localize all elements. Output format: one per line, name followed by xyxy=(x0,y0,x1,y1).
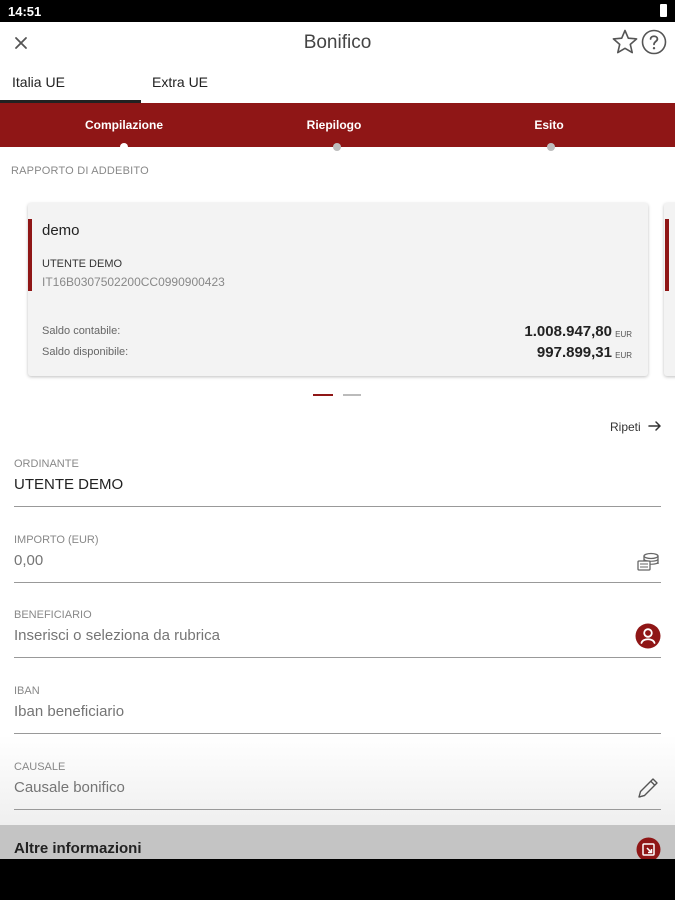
currency-label: EUR xyxy=(615,330,632,339)
saldo-contabile-label: Saldo contabile: xyxy=(42,325,121,337)
beneficiario-input[interactable]: Inserisci o seleziona da rubrica xyxy=(14,627,220,644)
field-underline xyxy=(14,809,661,810)
step-indicator xyxy=(547,143,555,151)
progress-stepper: Compilazione Riepilogo Esito xyxy=(0,103,675,151)
causale-input[interactable]: Causale bonifico xyxy=(14,779,125,796)
field-underline xyxy=(14,582,661,583)
debit-account-label: RAPPORTO DI ADDEBITO xyxy=(11,165,149,177)
pencil-icon[interactable] xyxy=(635,775,661,801)
coins-icon[interactable] xyxy=(635,548,661,574)
saldo-disponibile-value: 997.899,31 xyxy=(536,344,612,361)
card-accent-bar xyxy=(665,219,669,291)
field-underline xyxy=(14,506,661,507)
step-esito: Esito xyxy=(534,118,564,132)
status-bar: 14:51 xyxy=(0,0,675,22)
next-account-card[interactable] xyxy=(664,203,675,376)
currency-label: EUR xyxy=(615,351,632,360)
carousel-indicator[interactable] xyxy=(343,394,361,396)
arrow-right-icon[interactable] xyxy=(647,418,663,434)
causale-label: CAUSALE xyxy=(14,761,66,773)
iban-input[interactable]: Iban beneficiario xyxy=(14,703,124,720)
contact-book-icon[interactable] xyxy=(635,623,661,649)
card-accent-bar xyxy=(28,219,32,291)
ordinante-value[interactable]: UTENTE DEMO xyxy=(14,476,123,493)
ordinante-label: ORDINANTE xyxy=(14,458,79,470)
importo-input[interactable]: 0,00 xyxy=(14,552,43,569)
status-time: 14:51 xyxy=(8,4,42,19)
step-indicator-active xyxy=(120,143,128,151)
tab-extra-ue[interactable]: Extra UE xyxy=(152,66,208,103)
importo-label: IMPORTO (EUR) xyxy=(14,534,99,546)
saldo-disponibile-label: Saldo disponibile: xyxy=(42,346,129,358)
star-icon[interactable] xyxy=(611,28,639,56)
help-icon[interactable] xyxy=(641,29,667,55)
more-info-label: Altre informazioni xyxy=(14,840,142,857)
field-underline xyxy=(14,733,661,734)
system-navigation-bar xyxy=(0,859,675,900)
field-underline xyxy=(14,657,661,658)
account-iban: IT16B0307502200CC0990900423 xyxy=(42,275,225,289)
step-indicator xyxy=(333,143,341,151)
step-riepilogo: Riepilogo xyxy=(306,118,362,132)
more-info-bar[interactable]: Altre informazioni xyxy=(0,825,675,862)
repeat-link[interactable]: Ripeti xyxy=(610,420,641,434)
page-title: Bonifico xyxy=(303,32,372,53)
iban-label: IBAN xyxy=(14,685,40,697)
account-card[interactable]: demo UTENTE DEMO IT16B0307502200CC099090… xyxy=(28,203,648,376)
account-name: demo xyxy=(42,222,80,239)
beneficiario-label: BENEFICIARIO xyxy=(14,609,92,621)
tab-bar: Italia UE Extra UE xyxy=(0,66,675,103)
tab-italia-ue[interactable]: Italia UE xyxy=(12,66,65,103)
carousel-indicator-active xyxy=(313,394,333,396)
battery-icon xyxy=(660,4,667,17)
saldo-contabile-value: 1.008.947,80 xyxy=(524,323,612,340)
top-app-bar: Bonifico xyxy=(0,22,675,66)
account-holder: UTENTE DEMO xyxy=(42,258,123,270)
step-compilazione: Compilazione xyxy=(84,118,164,132)
